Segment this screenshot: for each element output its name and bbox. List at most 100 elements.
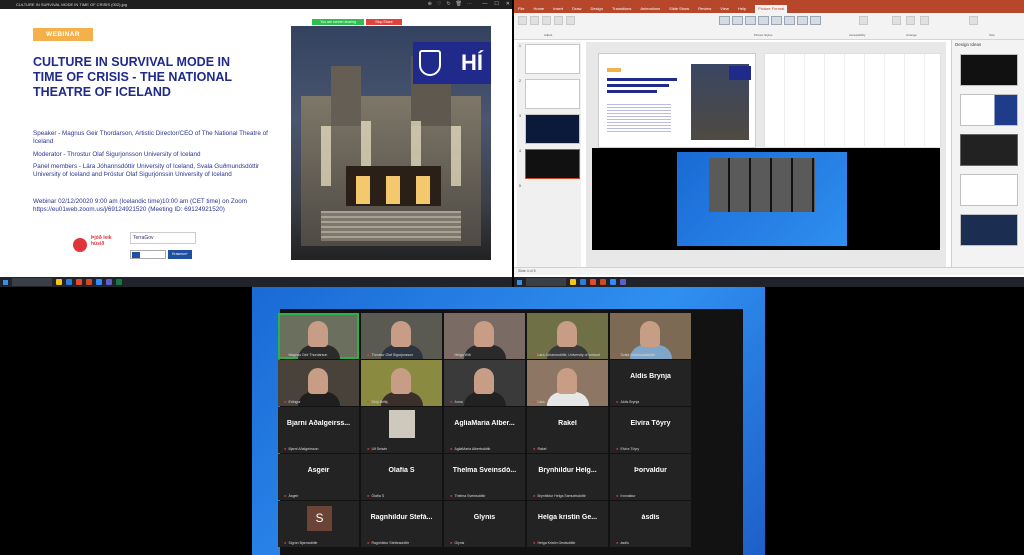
participant-display-name: Ragnhildur Stefá... (370, 514, 433, 521)
artistic-effects-button[interactable] (554, 16, 563, 25)
send-backward-button[interactable] (906, 16, 915, 25)
tab-help[interactable]: Help (738, 5, 746, 13)
participant-tile[interactable]: Helga Witt (444, 313, 525, 359)
participant-tile[interactable]: Ragnhildur Stefá... Ragnhildur Stefánsdót… (361, 501, 442, 547)
design-idea[interactable] (960, 54, 1018, 86)
tab-transitions[interactable]: Transitions (612, 5, 631, 13)
slide-thumbnail[interactable] (525, 114, 580, 144)
tab-animations[interactable]: Animations (640, 5, 660, 13)
tab-draw[interactable]: Draw (572, 5, 581, 13)
tab-home[interactable]: Home (533, 5, 544, 13)
crop-button[interactable] (969, 16, 978, 25)
participant-video-body (464, 392, 506, 406)
windows-start-icon[interactable] (0, 277, 10, 287)
tab-insert[interactable]: Insert (553, 5, 563, 13)
participant-tile[interactable]: Glynis Glynis (444, 501, 525, 547)
design-idea[interactable] (960, 174, 1018, 206)
design-idea[interactable] (960, 214, 1018, 246)
picture-style[interactable] (810, 16, 821, 25)
taskbar-right (514, 277, 1024, 287)
edge-icon[interactable] (66, 279, 72, 285)
selection-pane-button[interactable] (920, 16, 929, 25)
rotate-icon[interactable]: ↻ (446, 0, 450, 9)
tab-slide-show[interactable]: Slide Show (669, 5, 689, 13)
participant-tile[interactable]: Magnus Geir Thordarson (278, 313, 359, 359)
teams-icon[interactable] (620, 279, 626, 285)
participant-tile[interactable]: Throstur Olaf Sigurjonsson (361, 313, 442, 359)
slide-title: CULTURE IN SURVIVAL MODE IN TIME OF CRIS… (33, 55, 232, 99)
tab-design[interactable]: Design (590, 5, 602, 13)
participant-tile[interactable]: AgliaMaria Alber... AgliaMaria Albertsdót… (444, 407, 525, 453)
maximize-icon[interactable]: ☐ (494, 0, 498, 9)
edge-icon[interactable] (580, 279, 586, 285)
powerpoint-icon[interactable] (86, 279, 92, 285)
more-icon[interactable]: ⋯ (467, 0, 472, 9)
zoom-icon[interactable] (96, 279, 102, 285)
teams-icon[interactable] (106, 279, 112, 285)
participant-tile[interactable]: Helga kristín Ge... Helga Kristín Gestsdó… (527, 501, 608, 547)
color-button[interactable] (542, 16, 551, 25)
picture-style[interactable] (797, 16, 808, 25)
picture-style[interactable] (745, 16, 756, 25)
status-bar: Slide 4 of 5 (514, 267, 1024, 275)
tab-view[interactable]: View (720, 5, 729, 13)
file-explorer-icon[interactable] (56, 279, 62, 285)
participant-tile[interactable]: Rakel Rakel (527, 407, 608, 453)
zoom-screenshot-image[interactable] (592, 148, 940, 250)
heart-icon[interactable]: ♡ (437, 0, 441, 9)
screen-share-indicator[interactable]: You are screen sharing (312, 19, 364, 25)
stop-share-button[interactable]: Stop Share (366, 19, 402, 25)
picture-style[interactable] (719, 16, 730, 25)
participant-tile[interactable]: Ásgeir Ásgeir (278, 454, 359, 500)
participant-tile[interactable]: Þorvaldur Þorvaldur (610, 454, 691, 500)
participant-tile[interactable]: Svala Guðmundsdóttir (610, 313, 691, 359)
remove-background-button[interactable] (518, 16, 527, 25)
picture-style[interactable] (771, 16, 782, 25)
slide-thumbnail[interactable] (525, 44, 580, 74)
zoom-icon[interactable] (610, 279, 616, 285)
embedded-webinar-slide[interactable] (598, 53, 756, 148)
participant-tile[interactable]: Brynhildur Helg... Brynhildur Helga Samue… (527, 454, 608, 500)
trash-icon[interactable]: 🗑 (456, 0, 462, 9)
bring-forward-button[interactable] (892, 16, 901, 25)
participant-tile[interactable]: Bjarni Aðalgeirss... Bjarni Aðalgeirsson (278, 407, 359, 453)
tab-review[interactable]: Review (698, 5, 711, 13)
participant-tile[interactable]: Sirrý Brilbj. (361, 360, 442, 406)
slide-thumbnail[interactable] (525, 79, 580, 109)
participant-tile[interactable]: Aldís Brynja Aldís Brynja (610, 360, 691, 406)
powerpoint-icon[interactable] (600, 279, 606, 285)
picture-style[interactable] (784, 16, 795, 25)
participant-name-label: Erlingur (284, 400, 301, 404)
picture-style[interactable] (758, 16, 769, 25)
picture-style[interactable] (732, 16, 743, 25)
participant-tile[interactable]: Ulf Seiwin (361, 407, 442, 453)
tab-picture-format[interactable]: Picture Format (755, 5, 788, 13)
taskbar-search[interactable] (526, 278, 566, 286)
participant-tile[interactable]: Ólafía S Ólafía S (361, 454, 442, 500)
slide-thumbnail-selected[interactable] (525, 149, 580, 179)
participant-tile[interactable]: Erlingur (278, 360, 359, 406)
alt-text-button[interactable] (859, 16, 868, 25)
participant-tile[interactable]: Lára (527, 360, 608, 406)
participant-tile[interactable]: Elvíra Töyry Elvíra Töyry (610, 407, 691, 453)
design-idea[interactable] (960, 94, 1018, 126)
tab-file[interactable]: File (518, 5, 524, 13)
zoom-in-icon[interactable]: ⊕ (428, 0, 432, 9)
taskbar-search[interactable] (12, 278, 52, 286)
slide-number: 5 (519, 184, 521, 188)
participant-tile[interactable]: ásdís ásdís (610, 501, 691, 547)
corrections-button[interactable] (530, 16, 539, 25)
close-icon[interactable]: ✕ (506, 0, 510, 9)
participant-tile[interactable]: Thelma Sveinsdó... Thelma Sveinsdóttir (444, 454, 525, 500)
participant-tile[interactable]: Anna (444, 360, 525, 406)
transparency-button[interactable] (566, 16, 575, 25)
minimize-icon[interactable]: — (482, 0, 487, 9)
chrome-icon[interactable] (590, 279, 596, 285)
participant-tile[interactable]: Lára Jóhannsdóttir, University of Icelan… (527, 313, 608, 359)
windows-start-icon[interactable] (514, 277, 524, 287)
file-explorer-icon[interactable] (570, 279, 576, 285)
excel-icon[interactable] (116, 279, 122, 285)
design-idea[interactable] (960, 134, 1018, 166)
chrome-icon[interactable] (76, 279, 82, 285)
participant-tile[interactable]: S Sigrún Bjarnadóttir (278, 501, 359, 547)
